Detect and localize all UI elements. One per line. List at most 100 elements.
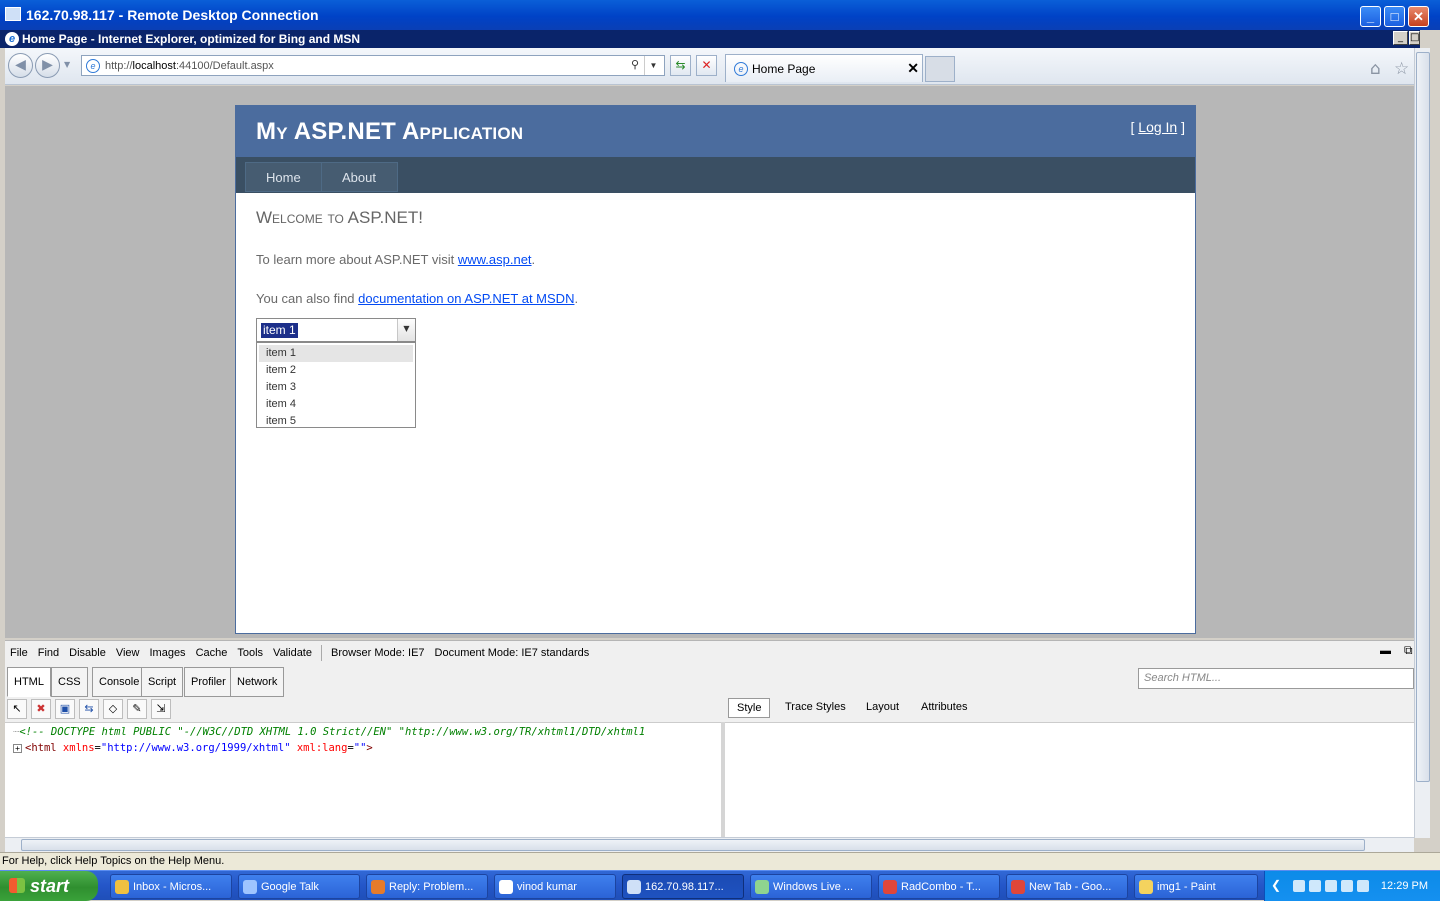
login-link[interactable]: Log In (1138, 119, 1177, 135)
tab-script[interactable]: Script (141, 667, 184, 697)
dropdown-item[interactable]: item 1 (259, 345, 413, 362)
taskbar-item-chat[interactable]: vinod kumar (494, 874, 616, 899)
address-dropdown-icon[interactable]: ▼ (644, 56, 662, 75)
dropdown-item[interactable]: item 3 (259, 379, 413, 396)
tray-icon[interactable] (1340, 880, 1353, 892)
dropdown-item[interactable]: item 4 (259, 396, 413, 413)
word-wrap-icon[interactable]: ⇲ (151, 699, 171, 719)
ie-navigation-bar: ◀ ▶ ▼ e http://localhost:44100/Default.a… (5, 48, 1414, 85)
rdp-title-bar: 162.70.98.117 - Remote Desktop Connectio… (0, 0, 1440, 30)
vertical-scrollbar[interactable] (1414, 48, 1430, 838)
ie-minimize-button[interactable]: _ (1393, 31, 1408, 45)
address-bar[interactable]: e http://localhost:44100/Default.aspx ⚲ … (81, 55, 665, 76)
taskbar-item-remote-desktop[interactable]: 162.70.98.117... (622, 874, 744, 899)
taskbar-item-windows-live[interactable]: Windows Live ... (750, 874, 872, 899)
ie-logo-icon: e (5, 32, 19, 46)
tab-style[interactable]: Style (728, 698, 771, 718)
browser-mode-menu[interactable]: Browser Mode: IE7 (331, 647, 425, 659)
stop-button[interactable]: ✕ (696, 55, 717, 76)
scrollbar-thumb[interactable] (1416, 52, 1430, 782)
tray-icon[interactable] (1356, 880, 1369, 892)
msdn-docs-link[interactable]: documentation on ASP.NET at MSDN (358, 291, 574, 306)
devtools-menu-disable[interactable]: Disable (69, 647, 106, 659)
devtools-menu-find[interactable]: Find (38, 647, 59, 659)
home-icon[interactable]: ⌂ (1370, 59, 1381, 79)
tab-console[interactable]: Console (92, 667, 147, 697)
devtools-menu-cache[interactable]: Cache (196, 647, 228, 659)
new-tab-button[interactable] (925, 56, 955, 82)
devtools-menu-images[interactable]: Images (149, 647, 185, 659)
taskbar-item-google-talk[interactable]: Google Talk (238, 874, 360, 899)
favorites-star-icon[interactable]: ☆ (1394, 59, 1409, 79)
address-url[interactable]: http://localhost:44100/Default.aspx (105, 60, 274, 72)
clock[interactable]: 12:29 PM (1381, 880, 1428, 892)
taskbar: start Inbox - Micros... Google Talk Repl… (0, 870, 1440, 901)
tree-node-html[interactable]: + <html xmlns="http://www.w3.org/1999/xht… (13, 742, 373, 754)
show-hidden-icons-chevron-icon[interactable]: ❮ (1271, 878, 1281, 892)
combo-input[interactable]: item 1 (261, 323, 298, 338)
taskbar-item-chrome-new-tab[interactable]: New Tab - Goo... (1006, 874, 1128, 899)
menu-home[interactable]: Home (245, 162, 322, 192)
taskbar-item-outlook[interactable]: Inbox - Micros... (110, 874, 232, 899)
close-tab-icon[interactable]: ✕ (907, 60, 919, 77)
login-display: [ Log In ] (1130, 119, 1186, 135)
devtools-minimize-icon[interactable]: ▬ (1380, 645, 1391, 657)
refresh-icon[interactable]: ⇆ (79, 699, 99, 719)
asp-net-link[interactable]: www.asp.net (458, 252, 532, 267)
tab-layout[interactable]: Layout (858, 698, 907, 718)
recent-pages-dropdown[interactable]: ▼ (64, 60, 70, 69)
tab-css[interactable]: CSS (51, 667, 88, 697)
close-button[interactable]: ✕ (1408, 6, 1429, 27)
dropdown-item[interactable]: item 2 (259, 362, 413, 379)
devtools-menu-validate[interactable]: Validate (273, 647, 312, 659)
save-icon[interactable]: ▣ (55, 699, 75, 719)
search-icon[interactable]: ⚲ (626, 56, 644, 75)
tab-page-icon: e (734, 62, 748, 76)
taskbar-item-firefox[interactable]: Reply: Problem... (366, 874, 488, 899)
back-button[interactable]: ◀ (8, 53, 33, 78)
tray-icon[interactable] (1308, 880, 1321, 892)
edit-icon[interactable]: ✎ (127, 699, 147, 719)
tab-network[interactable]: Network (230, 667, 285, 697)
ie-title-bar: e Home Page - Internet Explorer, optimiz… (0, 30, 1420, 48)
devtools-menu-file[interactable]: File (10, 647, 28, 659)
chat-bubble-icon (499, 880, 513, 894)
main-menu: Home About (236, 157, 1195, 193)
document-mode-menu[interactable]: Document Mode: IE7 standards (435, 647, 590, 659)
hscroll-thumb[interactable] (21, 839, 1365, 851)
dom-icon[interactable]: ◇ (103, 699, 123, 719)
ie-restore-button[interactable]: □ (1409, 31, 1420, 45)
select-element-icon[interactable]: ↖ (7, 699, 27, 719)
intro-paragraph: To learn more about ASP.NET visit www.as… (256, 252, 536, 267)
page-icon: e (86, 58, 100, 73)
expand-icon[interactable]: + (13, 744, 22, 753)
status-bar: For Help, click Help Topics on the Help … (0, 852, 1440, 870)
start-button[interactable]: start (0, 871, 98, 901)
minimize-button[interactable]: _ (1360, 6, 1381, 27)
tab-attributes[interactable]: Attributes (913, 698, 975, 718)
radcombo-box[interactable]: item 1 ▼ (256, 318, 416, 342)
tab-trace-styles[interactable]: Trace Styles (777, 698, 854, 718)
devtools-menu-tools[interactable]: Tools (237, 647, 263, 659)
search-html-input[interactable]: Search HTML... (1138, 668, 1414, 689)
menu-about[interactable]: About (321, 162, 398, 192)
tray-icon[interactable] (1324, 880, 1337, 892)
devtools-menu-view[interactable]: View (116, 647, 140, 659)
clear-icon[interactable]: ✖ (31, 699, 51, 719)
tray-icon[interactable] (1292, 880, 1305, 892)
windows-logo-icon (9, 878, 25, 893)
dropdown-item[interactable]: item 5 (259, 413, 413, 430)
horizontal-scrollbar[interactable] (5, 837, 1414, 852)
taskbar-item-chrome-radcombo[interactable]: RadCombo - T... (878, 874, 1000, 899)
devtools-unpin-icon[interactable]: ⧉ (1404, 643, 1413, 658)
tab-home-page[interactable]: e Home Page ✕ (725, 54, 923, 82)
tab-html[interactable]: HTML (7, 667, 51, 697)
refresh-button[interactable]: ⇆ (670, 55, 691, 76)
combo-dropdown-arrow-icon[interactable]: ▼ (397, 319, 415, 341)
tab-profiler[interactable]: Profiler (184, 667, 233, 697)
maximize-button[interactable]: □ (1384, 6, 1405, 27)
firefox-icon (371, 880, 385, 894)
taskbar-item-paint[interactable]: img1 - Paint (1134, 874, 1258, 899)
forward-button[interactable]: ▶ (35, 53, 60, 78)
tree-node-doctype[interactable]: ┈<!-- DOCTYPE html PUBLIC "-//W3C//DTD X… (13, 726, 645, 738)
